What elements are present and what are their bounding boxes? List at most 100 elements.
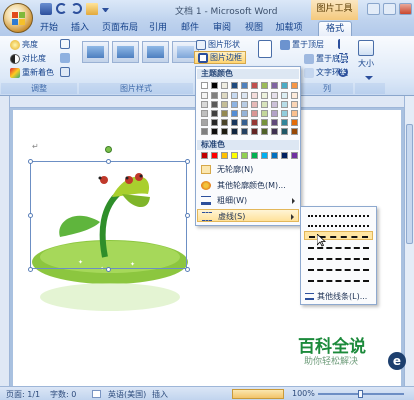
theme-color-swatch[interactable] <box>241 119 248 126</box>
compress-icon[interactable] <box>60 39 70 49</box>
office-button[interactable] <box>3 3 33 33</box>
standard-color-swatch[interactable] <box>241 152 248 159</box>
dash-style-dash[interactable] <box>304 231 373 240</box>
standard-color-swatch[interactable] <box>201 152 208 159</box>
zoom-level[interactable]: 100% <box>292 389 315 398</box>
picture-shape-button[interactable]: 图片形状 <box>196 39 240 50</box>
redo-icon[interactable] <box>71 3 82 14</box>
picture-style-3[interactable] <box>142 41 169 63</box>
save-icon[interactable] <box>40 3 52 15</box>
theme-color-swatch[interactable] <box>231 119 238 126</box>
tab-addins[interactable]: 加载项 <box>274 21 304 36</box>
size-button[interactable]: 大小 <box>358 40 374 69</box>
dash-style-dash-dot[interactable] <box>304 243 373 252</box>
resize-handle-bl[interactable] <box>28 267 33 272</box>
reset-picture-icon[interactable] <box>60 67 70 77</box>
theme-color-swatch[interactable] <box>261 101 268 108</box>
theme-color-swatch[interactable] <box>271 101 278 108</box>
theme-color-swatch[interactable] <box>241 82 248 89</box>
theme-color-swatch[interactable] <box>251 128 258 135</box>
theme-color-swatch[interactable] <box>271 82 278 89</box>
theme-color-swatch[interactable] <box>221 110 228 117</box>
theme-color-swatch[interactable] <box>211 92 218 99</box>
theme-color-swatch[interactable] <box>261 110 268 117</box>
theme-color-swatch[interactable] <box>291 119 298 126</box>
tab-format[interactable]: 格式 <box>318 21 352 36</box>
position-button[interactable] <box>258 40 272 58</box>
tab-review[interactable]: 审阅 <box>212 21 232 36</box>
theme-color-swatch[interactable] <box>281 92 288 99</box>
size-dropdown-icon[interactable] <box>365 76 373 80</box>
word-count[interactable]: 字数: 0 <box>50 389 76 400</box>
resize-handle-br[interactable] <box>185 267 190 272</box>
customize-qat-icon[interactable] <box>102 8 109 12</box>
theme-color-swatch[interactable] <box>291 82 298 89</box>
theme-color-swatch[interactable] <box>291 101 298 108</box>
theme-color-swatch[interactable] <box>201 92 208 99</box>
page-count[interactable]: 页面: 1/1 <box>6 389 40 400</box>
language-indicator[interactable]: 英语(美国) <box>108 389 146 400</box>
tab-references[interactable]: 引用 <box>148 21 168 36</box>
tab-view[interactable]: 视图 <box>244 21 264 36</box>
theme-color-swatch[interactable] <box>211 119 218 126</box>
spelling-icon[interactable] <box>92 390 101 398</box>
dash-style-square-dot[interactable] <box>304 221 373 230</box>
theme-color-swatch[interactable] <box>221 119 228 126</box>
theme-color-swatch[interactable] <box>201 101 208 108</box>
theme-color-swatch[interactable] <box>251 119 258 126</box>
theme-color-swatch[interactable] <box>271 119 278 126</box>
dashes-item[interactable]: 虚线(S) <box>197 209 299 222</box>
resize-handle-tl[interactable] <box>28 159 33 164</box>
theme-color-swatch[interactable] <box>251 101 258 108</box>
standard-color-swatch[interactable] <box>281 152 288 159</box>
theme-color-swatch[interactable] <box>201 119 208 126</box>
undo-icon[interactable] <box>56 3 67 14</box>
dash-style-long-dash-dot[interactable] <box>304 265 373 274</box>
insert-mode[interactable]: 插入 <box>152 389 168 400</box>
maximize-button[interactable] <box>383 3 396 15</box>
standard-color-swatch[interactable] <box>231 152 238 159</box>
theme-color-swatch[interactable] <box>231 82 238 89</box>
resize-handle-ml[interactable] <box>28 213 33 218</box>
dash-style-long-dash[interactable] <box>304 254 373 263</box>
rotation-handle[interactable] <box>105 146 112 153</box>
theme-color-swatch[interactable] <box>291 128 298 135</box>
change-picture-icon[interactable] <box>60 53 70 63</box>
tab-mailings[interactable]: 邮件 <box>180 21 200 36</box>
theme-color-swatch[interactable] <box>241 128 248 135</box>
recolor-button[interactable]: 重新着色 <box>10 67 54 78</box>
theme-color-swatch[interactable] <box>291 92 298 99</box>
theme-color-swatch[interactable] <box>231 110 238 117</box>
picture-style-1[interactable] <box>82 41 109 63</box>
standard-color-swatch[interactable] <box>261 152 268 159</box>
theme-color-swatch[interactable] <box>231 101 238 108</box>
theme-color-swatch[interactable] <box>221 101 228 108</box>
tab-insert[interactable]: 插入 <box>70 21 90 36</box>
minimize-button[interactable] <box>367 3 380 15</box>
zoom-slider-thumb[interactable] <box>358 390 363 398</box>
more-outline-colors-item[interactable]: 其他轮廓颜色(M)... <box>197 179 299 192</box>
more-lines-item[interactable]: 其他线条(L)... <box>303 291 374 302</box>
resize-handle-mr[interactable] <box>185 213 190 218</box>
standard-color-swatch[interactable] <box>271 152 278 159</box>
open-icon[interactable] <box>86 3 98 15</box>
theme-color-swatch[interactable] <box>221 82 228 89</box>
picture-border-button[interactable]: 图片边框 <box>194 51 246 64</box>
theme-color-swatch[interactable] <box>261 128 268 135</box>
theme-color-swatch[interactable] <box>281 128 288 135</box>
theme-color-swatch[interactable] <box>271 128 278 135</box>
resize-handle-tm[interactable] <box>106 159 111 164</box>
theme-color-swatch[interactable] <box>231 92 238 99</box>
theme-color-swatch[interactable] <box>251 92 258 99</box>
resize-handle-tr[interactable] <box>185 159 190 164</box>
theme-color-swatch[interactable] <box>221 92 228 99</box>
bring-to-front-button[interactable]: 置于顶层 <box>280 39 324 50</box>
theme-color-swatch[interactable] <box>261 82 268 89</box>
theme-color-swatch[interactable] <box>281 82 288 89</box>
view-buttons[interactable] <box>232 389 284 399</box>
standard-color-swatch[interactable] <box>221 152 228 159</box>
theme-color-swatch[interactable] <box>271 92 278 99</box>
standard-color-swatch[interactable] <box>211 152 218 159</box>
theme-color-swatch[interactable] <box>201 128 208 135</box>
tab-home[interactable]: 开始 <box>36 21 62 36</box>
